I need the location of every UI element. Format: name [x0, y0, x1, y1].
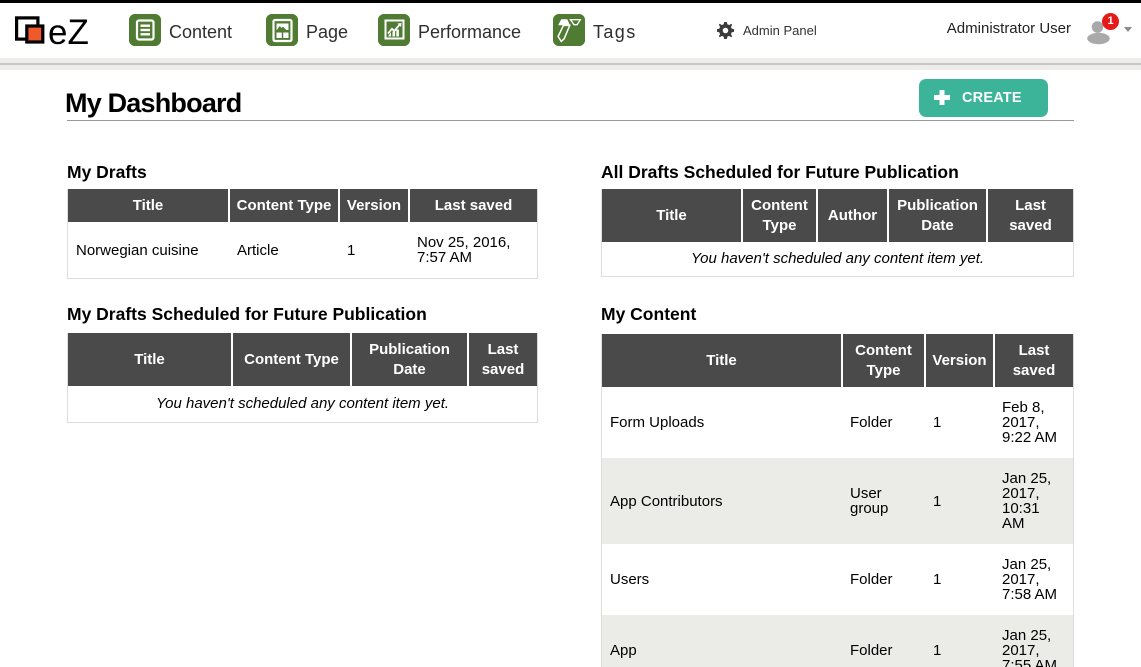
svg-text:eZ: eZ	[48, 13, 89, 52]
